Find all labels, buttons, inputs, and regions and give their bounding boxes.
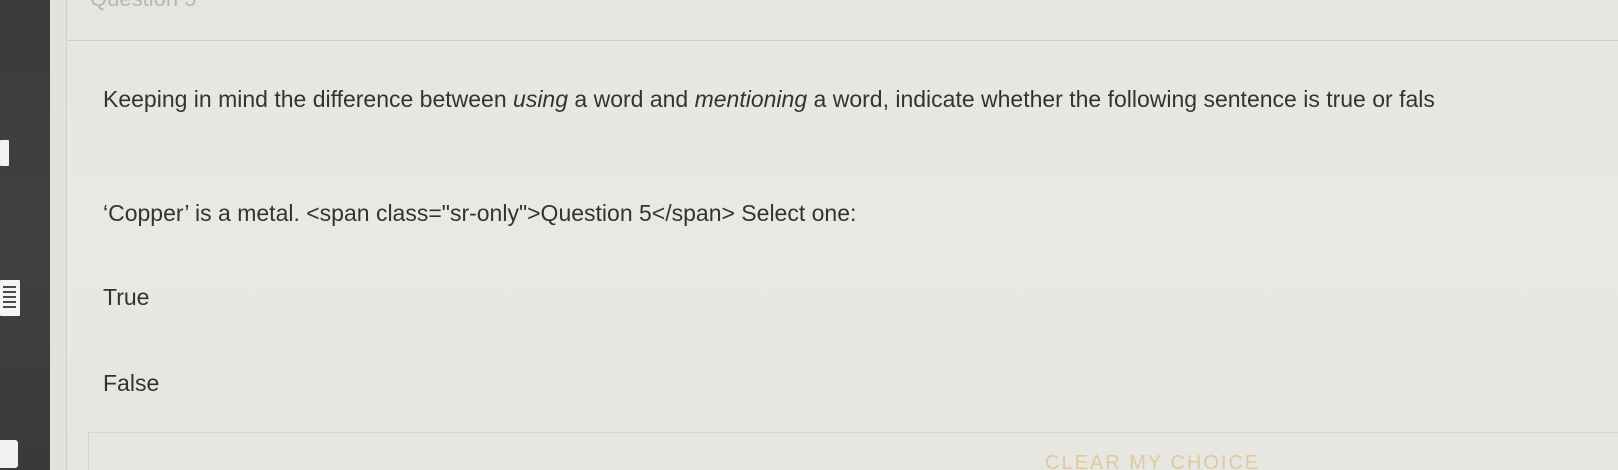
sidebar-marker[interactable] [0, 140, 9, 166]
prompt-text-1: Keeping in mind the difference between [103, 86, 514, 112]
prompt-text-2: a word and [568, 86, 695, 112]
question-header: Question 5 [90, 0, 196, 12]
sidebar-bottom-button[interactable] [0, 440, 18, 468]
answer-footer [88, 432, 1618, 470]
prompt-text-3: a word, indicate whether the following s… [807, 86, 1435, 112]
screen: Question 5 Keeping in mind the differenc… [0, 0, 1618, 470]
answer-option-true[interactable]: True [103, 284, 149, 311]
question-sentence: ‘Copper’ is a metal. <span class="sr-onl… [103, 200, 857, 226]
prompt-emphasis-using: using [513, 86, 569, 112]
question-panel [66, 0, 1618, 470]
question-prompt: Keeping in mind the difference between u… [103, 86, 1613, 113]
left-sidebar [0, 0, 50, 470]
document-icon[interactable] [0, 280, 20, 316]
prompt-emphasis-mentioning: mentioning [694, 86, 808, 112]
clear-my-choice-link[interactable]: CLEAR MY CHOICE [1045, 452, 1260, 470]
header-divider [66, 40, 1618, 41]
answer-option-false[interactable]: False [103, 370, 159, 397]
